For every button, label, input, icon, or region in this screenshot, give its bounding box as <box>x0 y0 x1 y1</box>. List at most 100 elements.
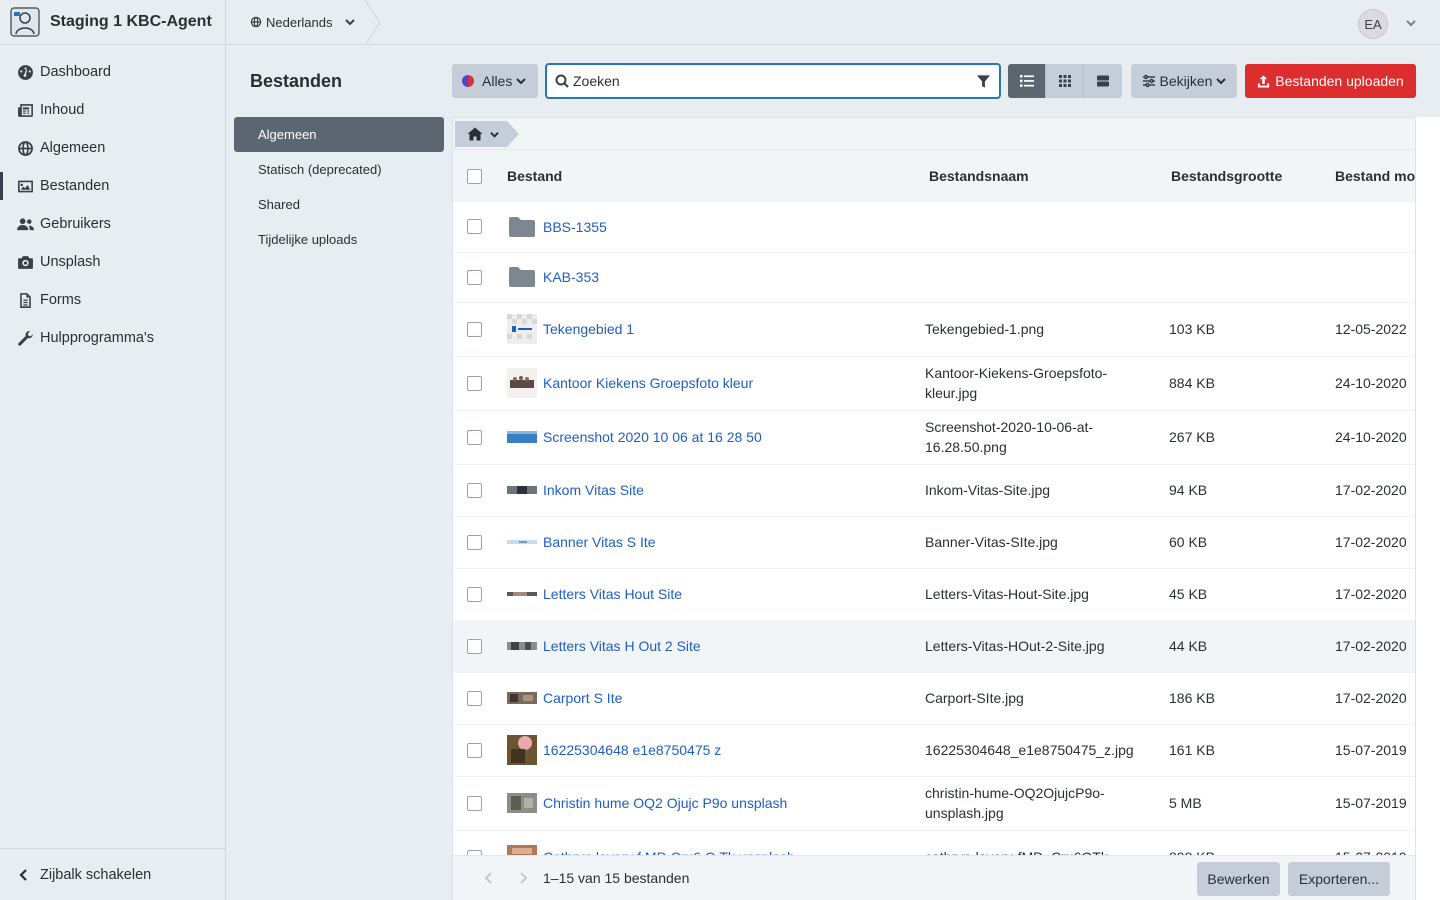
upload-files-button[interactable]: Bestanden uploaden <box>1245 64 1416 98</box>
folder-item-tijdelijke-uploads[interactable]: Tijdelijke uploads <box>234 222 444 257</box>
language-selector[interactable]: Nederlands <box>250 0 355 44</box>
sidebar-item-label: Bestanden <box>40 178 110 194</box>
row-checkbox[interactable] <box>467 269 482 285</box>
size-cell: 267 KB <box>1169 429 1215 445</box>
row-checkbox[interactable] <box>467 321 482 337</box>
chevron-left-icon[interactable] <box>483 872 495 884</box>
folder-item-statisch[interactable]: Statisch (deprecated) <box>234 152 444 187</box>
chevron-right-icon[interactable] <box>517 872 529 884</box>
date-cell <box>1335 252 1415 302</box>
home-breadcrumb[interactable] <box>455 121 519 147</box>
filename-cell: Letters-Vitas-HOut-2-Site.jpg <box>925 638 1105 654</box>
table-row[interactable]: Carport S Ite Carport-SIte.jpg 186 KB 17… <box>453 672 1415 724</box>
column-header-filename[interactable]: Bestandsnaam <box>925 150 1169 202</box>
page-title: Bestanden <box>250 71 343 91</box>
folder-item-shared[interactable]: Shared <box>234 187 444 222</box>
rows-icon <box>1097 75 1109 87</box>
row-checkbox[interactable] <box>467 219 482 235</box>
file-link[interactable]: Christin hume OQ2 Ojujc P9o unsplash <box>543 795 787 811</box>
chevron-down-icon <box>1216 78 1227 85</box>
document-icon <box>16 291 34 309</box>
row-checkbox[interactable] <box>467 429 482 445</box>
main-sidebar: Staging 1 KBC-Agent Dashboard Inhoud Alg… <box>0 0 226 900</box>
breadcrumb-separator <box>364 0 381 45</box>
file-link[interactable]: Inkom Vitas Site <box>543 482 644 498</box>
type-filter-dropdown[interactable]: Alles <box>452 64 538 98</box>
date-cell: 24-10-2020 <box>1335 375 1407 391</box>
main-nav: Dashboard Inhoud Algemeen Bestanden Gebr… <box>0 45 225 357</box>
export-button[interactable]: Exporteren... <box>1288 862 1390 896</box>
table-row[interactable]: Letters Vitas H Out 2 Site Letters-Vitas… <box>453 620 1415 672</box>
file-link[interactable]: Letters Vitas Hout Site <box>543 586 682 602</box>
image-thumbnail <box>507 368 537 398</box>
table-row[interactable]: Kantoor Kiekens Groepsfoto kleur Kantoor… <box>453 356 1415 410</box>
view-options-label: Bekijken <box>1159 73 1213 89</box>
size-cell: 45 KB <box>1169 586 1208 602</box>
sidebar-item-unsplash[interactable]: Unsplash <box>0 243 225 281</box>
date-cell <box>1335 202 1415 252</box>
table-row[interactable]: KAB-353 <box>453 252 1415 302</box>
table-row[interactable]: Inkom Vitas Site Inkom-Vitas-Site.jpg 94… <box>453 464 1415 516</box>
agent-logo-icon <box>10 7 40 37</box>
sidebar-item-gebruikers[interactable]: Gebruikers <box>0 205 225 243</box>
row-checkbox[interactable] <box>467 482 482 498</box>
sidebar-item-forms[interactable]: Forms <box>0 281 225 319</box>
file-link[interactable]: Letters Vitas H Out 2 Site <box>543 638 701 654</box>
filter-icon[interactable] <box>976 74 991 89</box>
chevron-down-icon[interactable] <box>1406 18 1416 28</box>
table-row[interactable]: Christin hume OQ2 Ojujc P9o unsplash chr… <box>453 776 1415 830</box>
sidebar-toggle-button[interactable]: Zijbalk schakelen <box>0 848 225 900</box>
table-row[interactable]: Tekengebied 1 Tekengebied-1.png 103 KB 1… <box>453 302 1415 356</box>
row-checkbox[interactable] <box>467 690 482 706</box>
search-icon <box>555 74 569 88</box>
table-row[interactable]: BBS-1355 <box>453 202 1415 252</box>
size-cell: 161 KB <box>1169 742 1215 758</box>
file-link[interactable]: 16225304648 e1e8750475 z <box>543 742 721 758</box>
column-header-date[interactable]: Bestand mo <box>1335 150 1415 202</box>
file-link[interactable]: Kantoor Kiekens Groepsfoto kleur <box>543 375 753 391</box>
filename-cell <box>925 252 1169 302</box>
date-cell: 17-02-2020 <box>1335 534 1407 550</box>
sidebar-item-dashboard[interactable]: Dashboard <box>0 53 225 91</box>
file-link[interactable]: BBS-1355 <box>543 219 607 235</box>
view-options-dropdown[interactable]: Bekijken <box>1131 64 1237 98</box>
sidebar-item-label: Dashboard <box>40 64 111 80</box>
file-link[interactable]: Screenshot 2020 10 06 at 16 28 50 <box>543 429 762 445</box>
sidebar-item-bestanden[interactable]: Bestanden <box>0 167 225 205</box>
row-checkbox[interactable] <box>467 534 482 550</box>
list-icon <box>1019 75 1034 87</box>
sidebar-item-algemeen[interactable]: Algemeen <box>0 129 225 167</box>
avatar[interactable]: EA <box>1358 9 1388 39</box>
sidebar-item-inhoud[interactable]: Inhoud <box>0 91 225 129</box>
column-header-file[interactable]: Bestand <box>507 150 925 202</box>
brand[interactable]: Staging 1 KBC-Agent <box>0 0 225 45</box>
image-thumbnail <box>507 579 537 609</box>
folder-item-algemeen[interactable]: Algemeen <box>234 117 444 152</box>
files-toolbar: Alles Bekijken Bestanden uploaden <box>452 45 1440 117</box>
newspaper-icon <box>16 101 34 119</box>
table-row[interactable]: Screenshot 2020 10 06 at 16 28 50 Screen… <box>453 410 1415 464</box>
table-row[interactable]: 16225304648 e1e8750475 z 16225304648_e1e… <box>453 724 1415 776</box>
table-row[interactable]: Letters Vitas Hout Site Letters-Vitas-Ho… <box>453 568 1415 620</box>
file-link[interactable]: KAB-353 <box>543 269 599 285</box>
filename-cell: Letters-Vitas-Hout-Site.jpg <box>925 586 1089 602</box>
sidebar-item-label: Algemeen <box>40 140 106 156</box>
file-link[interactable]: Banner Vitas S Ite <box>543 534 656 550</box>
row-checkbox[interactable] <box>467 795 482 811</box>
file-link[interactable]: Carport S Ite <box>543 690 622 706</box>
select-all-checkbox[interactable] <box>467 168 482 184</box>
row-checkbox[interactable] <box>467 638 482 654</box>
list-view-button[interactable] <box>1008 64 1046 98</box>
grid-view-button[interactable] <box>1046 64 1084 98</box>
row-checkbox[interactable] <box>467 375 482 391</box>
row-checkbox[interactable] <box>467 586 482 602</box>
search-input[interactable] <box>573 73 976 89</box>
file-link[interactable]: Tekengebied 1 <box>543 321 634 337</box>
tile-view-button[interactable] <box>1084 64 1122 98</box>
row-checkbox[interactable] <box>467 742 482 758</box>
column-header-size[interactable]: Bestandsgrootte <box>1169 150 1335 202</box>
edit-button[interactable]: Bewerken <box>1197 862 1280 896</box>
image-thumbnail <box>507 735 537 765</box>
sidebar-item-hulpprogrammas[interactable]: Hulpprogramma's <box>0 319 225 357</box>
table-row[interactable]: Banner Vitas S Ite Banner-Vitas-SIte.jpg… <box>453 516 1415 568</box>
